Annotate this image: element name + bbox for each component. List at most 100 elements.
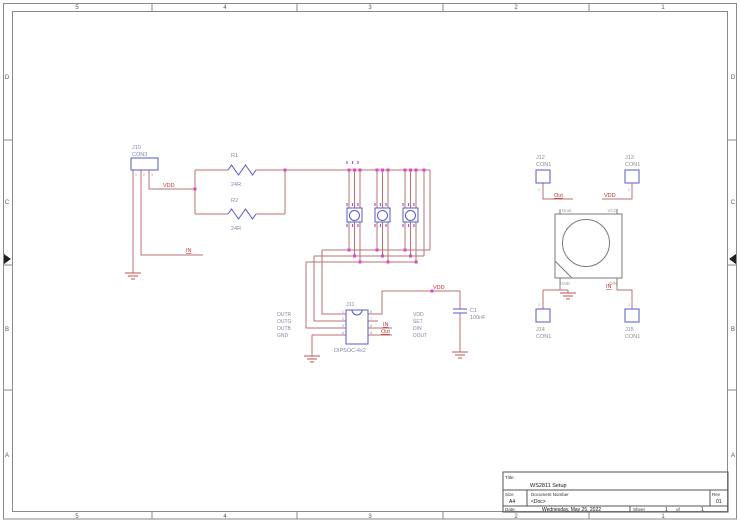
j14-ref: J14 <box>536 327 545 333</box>
net-label-in: IN <box>383 322 389 328</box>
svg-text:B: B <box>5 327 9 333</box>
r1-body[interactable] <box>228 165 256 175</box>
net-label-vdd: VDD <box>163 183 175 189</box>
connector-j12[interactable]: J12 CON1 1 <box>536 155 551 192</box>
j15-pin-1: 1 <box>628 303 630 307</box>
capacitor-c1[interactable]: C1 100nF <box>453 308 486 321</box>
sheet-number: 1 <box>665 507 668 513</box>
j13-value: CON1 <box>625 162 640 168</box>
connector-j10[interactable]: J10 CON3 1 2 3 <box>131 145 158 177</box>
svg-text:GND: GND <box>277 333 289 339</box>
svg-text:B: B <box>731 327 735 333</box>
c1-value: 100nF <box>470 315 486 321</box>
sheet-total: 1 <box>701 507 704 513</box>
j11-value: DIPSOC-4x2 <box>334 348 366 354</box>
rev-value: 01 <box>716 499 722 505</box>
j12-pin-1: 1 <box>538 188 540 192</box>
j13-body[interactable] <box>625 170 639 183</box>
doc-number-value: <Doc> <box>531 499 546 505</box>
j11-ref: J11 <box>346 302 354 308</box>
svg-text:5: 5 <box>370 330 373 335</box>
svg-text:4: 4 <box>342 330 345 335</box>
svg-text:2: 2 <box>514 5 518 11</box>
led-module-chamfer-and-stubs <box>555 209 617 283</box>
r2-body[interactable] <box>228 209 256 219</box>
j12-body[interactable] <box>536 170 550 183</box>
svg-text:1: 1 <box>661 5 665 11</box>
ic-j11[interactable]: J11 DIPSOC-4x2 1 2 3 4 8 7 6 5 OUTR OUTG… <box>277 302 427 354</box>
led-module[interactable]: Dout VCC GND DIN <box>555 208 622 286</box>
schematic-page: 5 4 3 2 1 5 4 3 2 1 D C B A D C B A <box>0 0 740 523</box>
j13-ref: J13 <box>625 155 634 161</box>
j15-value: CON1 <box>625 334 640 340</box>
svg-text:C: C <box>5 200 10 206</box>
svg-text:7: 7 <box>370 316 373 321</box>
net-label-in: IN <box>606 284 612 290</box>
r2-value: 24R <box>231 226 241 232</box>
j10-pin-3: 3 <box>151 173 153 177</box>
svg-text:5: 5 <box>75 5 79 11</box>
svg-text:6: 6 <box>370 323 373 328</box>
svg-text:1: 1 <box>342 309 345 314</box>
svg-text:4: 4 <box>223 5 227 11</box>
svg-text:2: 2 <box>342 316 345 321</box>
svg-text:C: C <box>731 200 736 206</box>
title-label: Title: <box>505 475 515 480</box>
connector-j14[interactable]: 1 J14 CON1 <box>536 303 551 340</box>
svg-text:OUTR: OUTR <box>277 312 292 318</box>
size-value: A4 <box>509 499 515 505</box>
svg-text:SET: SET <box>413 319 423 325</box>
date-label: Date: <box>505 507 516 512</box>
net-label-vdd: VDD <box>604 193 616 199</box>
j15-ref: J15 <box>625 327 634 333</box>
j14-value: CON1 <box>536 334 551 340</box>
title-block: Title: WS2811 Setup Size A4 Document Num… <box>503 472 728 513</box>
net-label-out: Out <box>554 193 563 199</box>
svg-text:3: 3 <box>368 5 372 11</box>
svg-text:GND: GND <box>560 281 571 286</box>
connector-j15[interactable]: 1 J15 CON1 <box>625 303 640 340</box>
j15-body[interactable] <box>625 309 639 322</box>
schematic-title: WS2811 Setup <box>530 483 567 489</box>
resistor-r1[interactable]: R1 24R <box>228 153 256 188</box>
led-package-3[interactable] <box>403 208 418 222</box>
svg-text:OUTG: OUTG <box>277 319 292 325</box>
date-value: Wednesday, May 25, 2022 <box>542 507 601 513</box>
schematic-canvas: 5 4 3 2 1 5 4 3 2 1 D C B A D C B A <box>0 0 740 523</box>
svg-text:Dout: Dout <box>562 208 572 213</box>
frame-outer-border <box>4 4 737 520</box>
svg-text:3: 3 <box>342 323 345 328</box>
svg-text:DIN: DIN <box>413 326 422 332</box>
net-label-in: IN <box>186 248 192 254</box>
led-package-1[interactable] <box>347 208 362 222</box>
j12-value: CON1 <box>536 162 551 168</box>
svg-text:D: D <box>5 75 10 81</box>
r1-value: 24R <box>231 182 241 188</box>
c1-ref: C1 <box>470 308 477 314</box>
led-module-body[interactable] <box>555 214 622 278</box>
svg-text:VCC: VCC <box>607 208 617 213</box>
c1-plates[interactable] <box>453 309 467 313</box>
j10-body[interactable] <box>131 158 158 170</box>
svg-text:OUTB: OUTB <box>277 326 292 332</box>
net-label-out: Out <box>381 329 390 335</box>
svg-text:8: 8 <box>370 309 373 314</box>
j10-pin-2: 2 <box>143 173 145 177</box>
j14-body[interactable] <box>536 309 550 322</box>
sheet-label: Sheet <box>633 507 646 512</box>
r1-ref: R1 <box>231 153 238 159</box>
j13-pin-1: 1 <box>628 188 630 192</box>
frame-row-labels: D C B A D C B A <box>5 75 736 459</box>
resistor-r2[interactable]: R2 24R <box>228 198 256 232</box>
svg-text:D: D <box>731 75 736 81</box>
led-package-2[interactable] <box>375 208 390 222</box>
svg-text:DOUT: DOUT <box>413 333 427 339</box>
svg-text:A: A <box>731 453 735 459</box>
svg-text:A: A <box>5 453 9 459</box>
frame-center-marker-left <box>4 254 11 264</box>
j12-ref: J12 <box>536 155 545 161</box>
rev-label: Rev <box>712 492 721 497</box>
connector-j13[interactable]: J13 CON1 1 <box>625 155 640 192</box>
led-module-lens-circle <box>563 220 610 267</box>
j10-ref: J10 <box>132 145 141 151</box>
